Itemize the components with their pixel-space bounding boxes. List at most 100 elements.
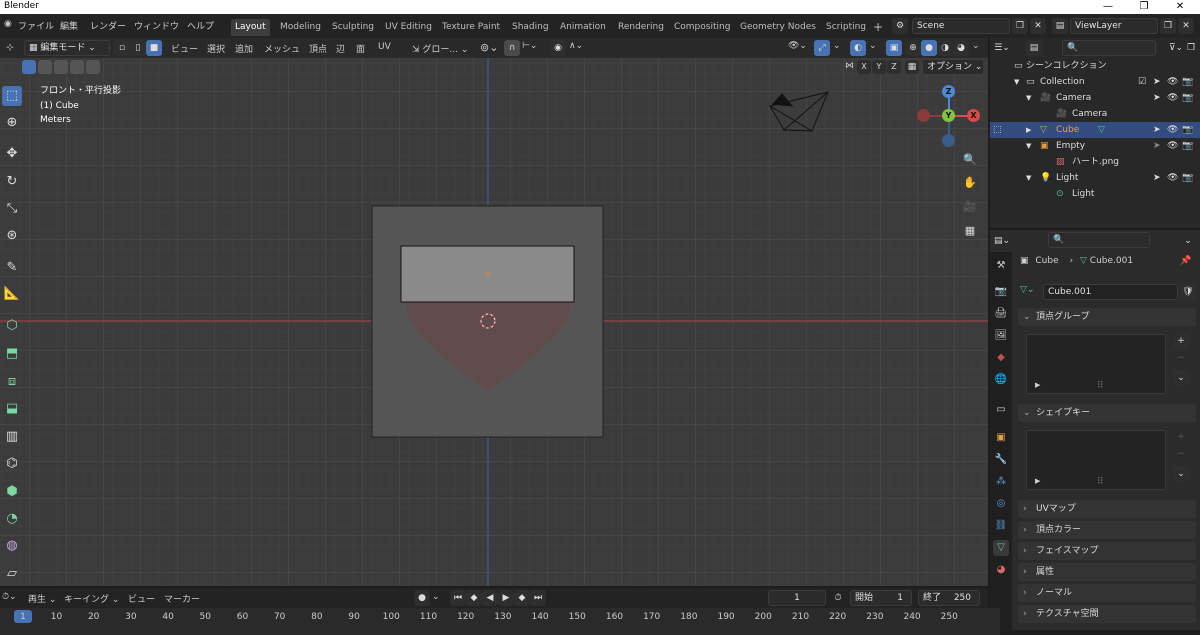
jump-end-icon[interactable]: ⏭ (530, 590, 546, 606)
snap-target-icon[interactable]: ⊢⌄ (522, 41, 537, 51)
panel-texture-space[interactable]: › テクスチャ空間 (1018, 605, 1196, 623)
visibility-eye-icon[interactable]: 👁 (1167, 170, 1178, 186)
visibility-eye-icon[interactable]: 👁 (1167, 138, 1178, 154)
face-select-icon[interactable]: ■ (146, 40, 162, 56)
visibility-eye-icon[interactable]: 👁 (1167, 74, 1178, 90)
outliner-row-scene-collection[interactable]: ▭ シーンコレクション (990, 58, 1200, 74)
menu-vertex[interactable]: 頂点 (309, 42, 327, 55)
menu-file[interactable]: ファイル (18, 19, 54, 32)
resize-handle[interactable]: ⠿ (1097, 477, 1104, 487)
vertex-select-icon[interactable]: ▫ (114, 40, 130, 56)
select-extend-icon[interactable] (38, 60, 52, 74)
outliner-editor-icon[interactable]: ☰⌄ (994, 40, 1010, 56)
falloff-icon[interactable]: ∧⌄ (569, 41, 583, 51)
tool-tab-icon[interactable]: ⚒ (993, 258, 1009, 274)
select-pointer-icon[interactable]: ➤ (1153, 170, 1161, 186)
gizmo-toggle-icon[interactable]: ⤢ (814, 40, 830, 56)
mirror-icon[interactable]: ⋈ (845, 61, 854, 71)
tab-uv-editing[interactable]: UV Editing (381, 19, 436, 36)
overlay-toggle-icon[interactable]: ◐ (850, 40, 866, 56)
timeline-editor-icon[interactable]: ⏱⌄ (2, 592, 17, 602)
current-frame-field[interactable]: 1 (768, 590, 826, 606)
outliner-row-light-data[interactable]: ⊙ Light (990, 186, 1200, 202)
spin-icon[interactable]: ◔ (2, 509, 22, 529)
move-icon[interactable]: ✥ (2, 144, 22, 164)
outliner-row-camera-data[interactable]: 🎥 Camera (990, 106, 1200, 122)
material-shading-icon[interactable]: ◑ (937, 40, 953, 56)
preview-range-icon[interactable]: ⏱ (830, 590, 846, 606)
menu-render[interactable]: レンダー (90, 19, 126, 32)
mesh-data-tab-icon[interactable]: ▽ (993, 540, 1009, 556)
tab-scripting[interactable]: Scripting (822, 19, 870, 36)
start-frame-field[interactable]: 開始 1 (850, 590, 912, 606)
resize-handle[interactable]: ⠿ (1097, 381, 1104, 391)
add-workspace-button[interactable]: + (869, 19, 887, 36)
tab-sculpting[interactable]: Sculpting (328, 19, 378, 36)
menu-view[interactable]: ビュー (171, 42, 198, 55)
tab-animation[interactable]: Animation (556, 19, 610, 36)
select-subtract-icon[interactable] (54, 60, 68, 74)
menu-edge[interactable]: 辺 (336, 42, 345, 55)
mirror-x-toggle[interactable]: X (857, 60, 871, 74)
auto-key-icon[interactable]: ● (414, 590, 430, 606)
expand-arrow-icon[interactable]: ▼ (1014, 74, 1019, 90)
panel-shape-keys[interactable]: ⌄ シェイプキー (1018, 404, 1196, 422)
prev-keyframe-icon[interactable]: ◆ (466, 590, 482, 606)
proportional-edit-icon[interactable]: ◉ (550, 40, 566, 56)
gizmo-neg-z-axis[interactable] (942, 134, 955, 147)
exclude-checkbox[interactable]: ☑ (1138, 74, 1146, 90)
mirror-y-toggle[interactable]: Y (872, 60, 886, 74)
render-camera-icon[interactable]: 📷 (1182, 170, 1193, 186)
ortho-grid-icon[interactable]: ▦ (960, 221, 980, 241)
rotate-icon[interactable]: ↻ (2, 172, 22, 192)
transform-orientation-dropdown[interactable]: ⇲ グロー... ⌄ (412, 42, 468, 55)
rendered-shading-icon[interactable]: ◕ (953, 40, 969, 56)
view-layer-tab-icon[interactable]: 🖼 (993, 328, 1009, 344)
expand-arrow-icon[interactable]: ▼ (1026, 90, 1031, 106)
gizmo-dropdown-icon[interactable]: ⌄ (833, 41, 841, 51)
gizmo-neg-x-axis[interactable] (917, 109, 930, 122)
scene-field[interactable]: Scene (912, 18, 1010, 34)
shape-keys-list[interactable]: ▶ ⠿ (1026, 430, 1166, 490)
gizmo-y-axis[interactable]: Y (942, 109, 955, 122)
snap-icon[interactable]: ∩ (504, 40, 520, 56)
fake-user-shield-icon[interactable]: 🛡 (1180, 284, 1196, 300)
add-shape-key-button[interactable]: + (1173, 429, 1189, 445)
bevel-icon[interactable]: ⬓ (2, 399, 22, 419)
new-collection-icon[interactable]: ❐ (1183, 40, 1199, 56)
tab-compositing[interactable]: Compositing (670, 19, 734, 36)
new-scene-icon[interactable]: ❐ (1012, 18, 1028, 34)
mesh-data-icon[interactable]: ▽ (1098, 122, 1105, 138)
play-icon[interactable]: ▶ (498, 590, 514, 606)
menu-help[interactable]: ヘルプ (187, 19, 214, 32)
gizmo-z-axis[interactable]: Z (942, 85, 955, 98)
collapse-arrow-icon[interactable]: ▶ (1026, 122, 1031, 138)
remove-vertex-group-button[interactable]: − (1173, 350, 1189, 366)
tab-layout[interactable]: Layout (231, 19, 270, 36)
auto-merge-icon[interactable]: ▦ (905, 60, 919, 74)
menu-select[interactable]: 選択 (207, 42, 225, 55)
outliner-row-collection[interactable]: ▼ ▭ Collection ☑ ➤ 👁 📷 (990, 74, 1200, 90)
shading-dropdown-icon[interactable]: ⌄ (972, 41, 980, 51)
outliner-row-empty[interactable]: ▼ ▣ Empty ➤ 👁 📷 (990, 138, 1200, 154)
editor-type-icon[interactable]: ⊹ (2, 40, 18, 56)
minimize-button[interactable]: — (1090, 0, 1126, 14)
datablock-name-field[interactable]: Cube.001 (1043, 284, 1178, 300)
scene-tab-icon[interactable]: ◆ (993, 350, 1009, 366)
expand-filter-icon[interactable]: ▶ (1035, 477, 1040, 485)
zoom-icon[interactable]: 🔍 (960, 150, 980, 170)
expand-arrow-icon[interactable]: ▼ (1026, 138, 1031, 154)
menu-face[interactable]: 面 (356, 42, 365, 55)
poly-build-icon[interactable]: ⬢ (2, 482, 22, 502)
outliner-search-input[interactable]: 🔍 (1062, 40, 1156, 56)
select-intersect-icon[interactable] (86, 60, 100, 74)
tab-shading[interactable]: Shading (508, 19, 553, 36)
vertex-groups-list[interactable]: ▶ ⠿ (1026, 334, 1166, 394)
world-tab-icon[interactable]: 🌐 (993, 372, 1009, 388)
scene-icon[interactable]: ⚙ (892, 18, 908, 34)
visibility-eye-icon[interactable]: 👁 (1167, 90, 1178, 106)
visibility-icon[interactable]: 👁⌄ (788, 41, 807, 51)
tab-geometry-nodes[interactable]: Geometry Nodes (736, 19, 820, 36)
shear-icon[interactable]: ▱ (2, 564, 22, 584)
keying-dropdown-icon[interactable]: ⌄ (432, 592, 440, 602)
